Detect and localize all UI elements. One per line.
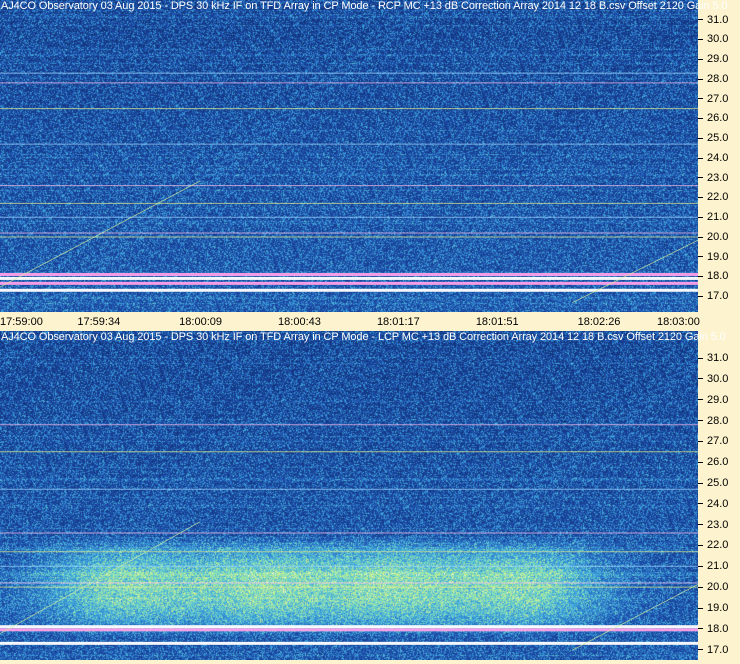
- frequency-tick-label: 29.0: [698, 394, 728, 406]
- lcp-spectrogram-panel: AJ4CO Observatory 03 Aug 2015 - DPS 30 k…: [0, 331, 740, 664]
- frequency-tick-label: 31.0: [698, 14, 728, 26]
- strong-band: [0, 276, 698, 280]
- frequency-tick-label: 29.0: [698, 53, 728, 65]
- frequency-tick-label: 26.0: [698, 112, 728, 124]
- strong-band: [0, 272, 698, 276]
- frequency-tick-label: 19.0: [698, 251, 728, 263]
- rcp-spectrogram-plot: [0, 0, 698, 312]
- frequency-tick-label: 31.0: [698, 352, 728, 364]
- frequency-tick-label: 22.0: [698, 539, 728, 551]
- time-tick-label: 18:01:17: [376, 316, 420, 328]
- frequency-tick-label: 22.0: [698, 191, 728, 203]
- frequency-tick-label: 19.0: [698, 602, 728, 614]
- time-tick-label: 17:59:00: [0, 316, 43, 328]
- frequency-tick-label: 28.0: [698, 73, 728, 85]
- time-tick-label: 18:01:51: [475, 316, 519, 328]
- frequency-tick-label: 27.0: [698, 435, 728, 447]
- lcp-spectrogram-plot: [0, 331, 698, 660]
- strong-band: [0, 281, 698, 285]
- lcp-band-overlay: [0, 424, 698, 651]
- frequency-tick-label: 26.0: [698, 456, 728, 468]
- strong-band: [0, 625, 698, 629]
- time-tick-label: 18:00:09: [179, 316, 222, 328]
- sweep-line: [0, 180, 201, 288]
- sweep-line: [572, 583, 698, 651]
- strong-band: [0, 628, 698, 632]
- frequency-tick-label: 21.0: [698, 560, 728, 572]
- sweep-line: [572, 239, 698, 303]
- frequency-tick-label: 23.0: [698, 519, 728, 531]
- frequency-tick-label: 25.0: [698, 132, 728, 144]
- time-tick-label: 17:59:34: [77, 316, 121, 328]
- lcp-frequency-axis: 31.0 30.0 29.0 28.0 27.0 26.0 25.0 24.0 23.0 22.0…: [698, 331, 740, 664]
- strong-band: [0, 641, 698, 645]
- rcp-chart-title: AJ4CO Observatory 03 Aug 2015 - DPS 30 k…: [1, 0, 728, 12]
- rcp-spectrogram-panel: AJ4CO Observatory 03 Aug 2015 - DPS 30 k…: [0, 0, 740, 312]
- frequency-tick-label: 24.0: [698, 152, 728, 164]
- frequency-tick-label: 24.0: [698, 498, 728, 510]
- frequency-tick-label: 25.0: [698, 477, 728, 489]
- rcp-band-overlay: [0, 72, 698, 303]
- lcp-chart-title: AJ4CO Observatory 03 Aug 2015 - DPS 30 k…: [1, 331, 726, 343]
- sweep-line: [0, 521, 201, 635]
- frequency-tick-label: 20.0: [698, 231, 728, 243]
- frequency-tick-label: 28.0: [698, 415, 728, 427]
- rcp-frequency-axis: 31.0 30.0 29.0 28.0 27.0 26.0 25.0 24.0 23.0 22.0…: [698, 0, 740, 312]
- frequency-tick-label: 30.0: [698, 373, 728, 385]
- time-axis: 17:59:00 17:59:34 18:00:09 18:00:43 18:01:17…: [0, 312, 740, 331]
- frequency-tick-label: 17.0: [698, 290, 728, 302]
- frequency-tick-label: 23.0: [698, 172, 728, 184]
- time-tick-label: 18:00:43: [278, 316, 321, 328]
- time-tick-label: 18:02:26: [577, 316, 621, 328]
- frequency-tick-label: 21.0: [698, 211, 728, 223]
- strong-band: [0, 288, 698, 292]
- frequency-tick-label: 27.0: [698, 93, 728, 105]
- time-tick-label: 18:03:00: [657, 316, 700, 328]
- frequency-tick-label: 20.0: [698, 581, 728, 593]
- frequency-tick-label: 18.0: [698, 623, 728, 635]
- frequency-tick-label: 30.0: [698, 33, 728, 45]
- frequency-tick-label: 17.0: [698, 644, 728, 656]
- frequency-tick-label: 18.0: [698, 270, 728, 282]
